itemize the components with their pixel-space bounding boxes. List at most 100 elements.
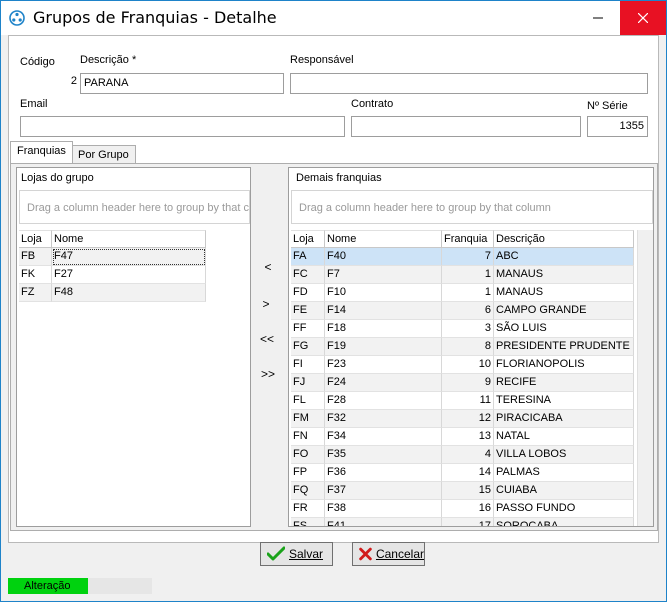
email-field[interactable] [20, 116, 345, 137]
cell-franquia: 13 [442, 428, 494, 446]
descricao-field[interactable]: PARANA [80, 73, 284, 94]
lojas-do-grupo-title: Lojas do grupo [21, 172, 94, 184]
tab-franquias[interactable]: Franquias [10, 141, 73, 163]
cell-descricao: CAMPO GRANDE [494, 302, 634, 320]
table-row[interactable]: FB F47 [19, 248, 250, 266]
left-col-nome[interactable]: Nome [52, 230, 206, 248]
cell-franquia: 9 [442, 374, 494, 392]
cancel-label: Cancelar [375, 547, 424, 561]
responsavel-field[interactable] [290, 73, 648, 94]
cell-descricao: MANAUS [494, 284, 634, 302]
contrato-field[interactable] [351, 116, 581, 137]
cell-loja: FG [291, 338, 325, 356]
right-col-loja[interactable]: Loja [291, 230, 325, 248]
table-row[interactable]: FC F7 1 MANAUS [291, 266, 653, 284]
cell-franquia: 1 [442, 284, 494, 302]
contrato-label: Contrato [351, 98, 394, 110]
cell-nome: F35 [325, 446, 442, 464]
table-row[interactable]: FA F40 7 ABC [291, 248, 653, 266]
cell-descricao: PRESIDENTE PRUDENTE [494, 338, 634, 356]
cell-loja: FC [291, 266, 325, 284]
cell-franquia: 1 [442, 266, 494, 284]
cell-franquia: 4 [442, 446, 494, 464]
table-row[interactable]: FO F35 4 VILLA LOBOS [291, 446, 653, 464]
move-all-right-button[interactable]: >> [253, 367, 283, 381]
cancel-button[interactable]: Cancelar [352, 542, 425, 566]
lojas-do-grupo-pane: Lojas do grupo Drag a column header here… [16, 167, 251, 527]
cell-franquia: 11 [442, 392, 494, 410]
close-button[interactable] [620, 1, 666, 35]
right-col-nome[interactable]: Nome [325, 230, 442, 248]
right-grid-body: FA F40 7 ABC FC F7 1 MANAUS FD F10 1 MANAUS FE F14 6 CA… [291, 248, 653, 526]
cell-descricao: SOROCABA [494, 518, 634, 526]
cell-descricao: ABC [494, 248, 634, 266]
cell-descricao: FLORIANOPOLIS [494, 356, 634, 374]
title-bar: Grupos de Franquias - Detalhe [1, 1, 666, 35]
move-right-button[interactable]: > [251, 297, 281, 311]
right-group-by-area[interactable]: Drag a column header here to group by th… [291, 190, 653, 224]
table-row[interactable]: FG F19 8 PRESIDENTE PRUDENTE [291, 338, 653, 356]
cell-loja: FZ [19, 284, 52, 302]
table-row[interactable]: FQ F37 15 CUIABA [291, 482, 653, 500]
cell-nome: F37 [325, 482, 442, 500]
table-row[interactable]: FR F38 16 PASSO FUNDO [291, 500, 653, 518]
status-bar: Alteração [8, 578, 659, 595]
minimize-icon [593, 17, 603, 19]
save-button[interactable]: Salvar [260, 542, 333, 566]
cell-loja: FM [291, 410, 325, 428]
cell-loja: FD [291, 284, 325, 302]
cell-loja: FK [19, 266, 52, 284]
cell-nome: F32 [325, 410, 442, 428]
table-row[interactable]: FL F28 11 TERESINA [291, 392, 653, 410]
cell-nome: F23 [325, 356, 442, 374]
move-all-left-button[interactable]: << [252, 332, 282, 346]
left-group-by-area[interactable]: Drag a column header here to group by th… [19, 190, 250, 224]
close-icon [638, 13, 648, 23]
app-window: Grupos de Franquias - Detalhe Código Des… [0, 0, 667, 602]
cell-franquia: 16 [442, 500, 494, 518]
cell-loja: FF [291, 320, 325, 338]
right-col-franquia[interactable]: Franquia [442, 230, 494, 248]
cell-nome: F24 [325, 374, 442, 392]
table-row[interactable]: FZ F48 [19, 284, 250, 302]
cell-descricao: PALMAS [494, 464, 634, 482]
responsavel-label: Responsável [290, 54, 354, 66]
cell-nome: F19 [325, 338, 442, 356]
tab-por-grupo[interactable]: Por Grupo [71, 145, 136, 163]
cell-loja: FE [291, 302, 325, 320]
right-grid-scrollbar[interactable] [637, 230, 653, 526]
status-mode: Alteração [8, 578, 88, 594]
minimize-button[interactable] [575, 1, 621, 35]
serie-field[interactable]: 1355 [587, 116, 648, 137]
table-row[interactable]: FK F27 [19, 266, 250, 284]
cell-descricao: TERESINA [494, 392, 634, 410]
cell-franquia: 17 [442, 518, 494, 526]
cell-descricao: VILLA LOBOS [494, 446, 634, 464]
left-grid-header: Loja Nome [19, 230, 250, 248]
cell-loja: FN [291, 428, 325, 446]
move-left-button[interactable]: < [253, 260, 283, 274]
table-row[interactable]: FM F32 12 PIRACICABA [291, 410, 653, 428]
cell-loja: FP [291, 464, 325, 482]
right-col-descricao[interactable]: Descrição [494, 230, 634, 248]
cell-nome: F27 [52, 266, 206, 284]
cell-franquia: 12 [442, 410, 494, 428]
descricao-label: Descrição * [80, 54, 137, 66]
table-row[interactable]: FF F18 3 SÃO LUIS [291, 320, 653, 338]
cell-franquia: 14 [442, 464, 494, 482]
cell-nome: F48 [52, 284, 206, 302]
left-col-loja[interactable]: Loja [19, 230, 52, 248]
check-icon [267, 546, 285, 561]
cell-franquia: 8 [442, 338, 494, 356]
table-row[interactable]: FS F41 17 SOROCABA [291, 518, 653, 526]
table-row[interactable]: FD F10 1 MANAUS [291, 284, 653, 302]
app-logo-icon [9, 10, 25, 26]
table-row[interactable]: FP F36 14 PALMAS [291, 464, 653, 482]
cell-franquia: 3 [442, 320, 494, 338]
demais-franquias-grid: Loja Nome Franquia Descrição FA F40 7 ABC FC… [291, 230, 653, 526]
table-row[interactable]: FI F23 10 FLORIANOPOLIS [291, 356, 653, 374]
table-row[interactable]: FJ F24 9 RECIFE [291, 374, 653, 392]
table-row[interactable]: FN F34 13 NATAL [291, 428, 653, 446]
right-grid-header: Loja Nome Franquia Descrição [291, 230, 653, 248]
table-row[interactable]: FE F14 6 CAMPO GRANDE [291, 302, 653, 320]
